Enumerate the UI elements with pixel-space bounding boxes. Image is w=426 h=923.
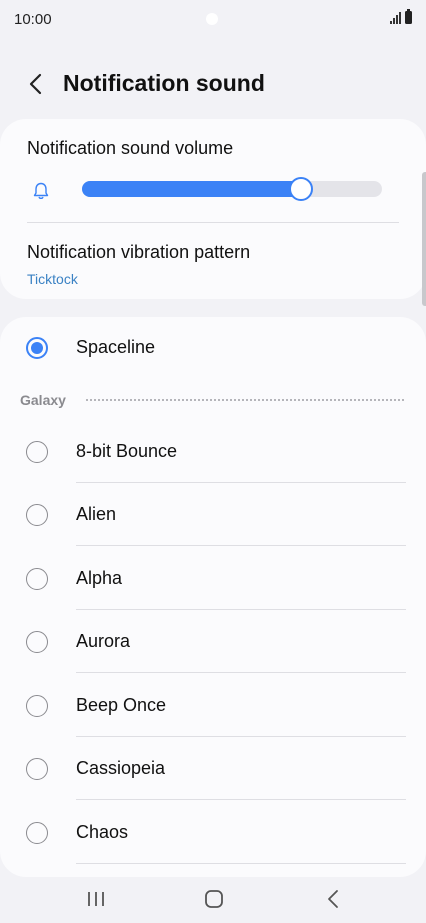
radio-button[interactable] bbox=[26, 568, 48, 590]
slider-thumb[interactable] bbox=[289, 177, 313, 201]
home-icon bbox=[205, 890, 223, 908]
radio-button[interactable] bbox=[26, 504, 48, 526]
header: Notification sound bbox=[0, 60, 426, 108]
sound-list: Spaceline Galaxy 8-bit Bounce Alien Alph… bbox=[0, 317, 426, 877]
divider bbox=[76, 799, 406, 800]
vibration-pattern-row[interactable]: Notification vibration pattern Ticktock bbox=[0, 223, 426, 293]
divider bbox=[76, 863, 406, 864]
divider bbox=[76, 482, 406, 483]
camera-cutout bbox=[206, 13, 218, 25]
status-time: 10:00 bbox=[14, 11, 52, 28]
list-item-selected[interactable]: Spaceline bbox=[0, 317, 426, 379]
status-bar: 10:00 bbox=[0, 0, 426, 40]
volume-slider[interactable] bbox=[82, 177, 382, 201]
vibration-label: Notification vibration pattern bbox=[27, 242, 251, 262]
recents-button[interactable] bbox=[85, 887, 107, 911]
list-item-label: Beep Once bbox=[76, 695, 167, 715]
list-item[interactable]: 8-bit Bounce bbox=[0, 421, 426, 483]
home-button[interactable] bbox=[203, 887, 225, 911]
list-item[interactable]: Chaos bbox=[0, 802, 426, 864]
list-item[interactable]: Alpha bbox=[0, 548, 426, 610]
radio-button[interactable] bbox=[26, 695, 48, 717]
radio-button[interactable] bbox=[26, 631, 48, 653]
edge-panel-handle[interactable] bbox=[422, 172, 426, 306]
divider bbox=[76, 609, 406, 610]
page-title: Notification sound bbox=[63, 70, 265, 96]
divider bbox=[76, 672, 406, 673]
divider bbox=[76, 736, 406, 737]
list-item-label: Aurora bbox=[76, 631, 131, 651]
back-icon bbox=[328, 890, 338, 908]
divider bbox=[76, 545, 406, 546]
list-item-label: 8-bit Bounce bbox=[76, 441, 178, 461]
bell-icon bbox=[33, 182, 49, 200]
status-icons bbox=[390, 9, 412, 24]
radio-button[interactable] bbox=[26, 441, 48, 463]
recents-icon bbox=[88, 892, 104, 906]
list-item-label: Chaos bbox=[76, 822, 129, 842]
section-header: Galaxy bbox=[0, 388, 426, 412]
list-item[interactable]: Alien bbox=[0, 484, 426, 546]
settings-card: Notification sound volume Notification v… bbox=[0, 119, 426, 299]
nav-back-button[interactable] bbox=[322, 887, 344, 911]
list-item[interactable]: Beep Once bbox=[0, 675, 426, 737]
section-label: Galaxy bbox=[20, 392, 66, 408]
back-button[interactable] bbox=[20, 68, 52, 100]
list-item[interactable]: Cassiopeia bbox=[0, 738, 426, 800]
radio-button[interactable] bbox=[26, 822, 48, 844]
section-divider bbox=[86, 399, 404, 401]
chevron-left-icon bbox=[29, 73, 42, 95]
radio-selected[interactable] bbox=[26, 337, 48, 359]
slider-fill bbox=[82, 181, 301, 197]
list-item-label: Alpha bbox=[76, 568, 123, 588]
vibration-value: Ticktock bbox=[27, 271, 78, 287]
list-item-label: Cassiopeia bbox=[76, 758, 166, 778]
list-item-label: Spaceline bbox=[76, 337, 156, 357]
list-item[interactable]: Aurora bbox=[0, 611, 426, 673]
radio-button[interactable] bbox=[26, 758, 48, 780]
navigation-bar bbox=[0, 877, 426, 923]
signal-icon bbox=[390, 12, 401, 24]
volume-label: Notification sound volume bbox=[27, 138, 234, 158]
list-item-label: Alien bbox=[76, 504, 117, 524]
battery-icon bbox=[405, 9, 412, 24]
